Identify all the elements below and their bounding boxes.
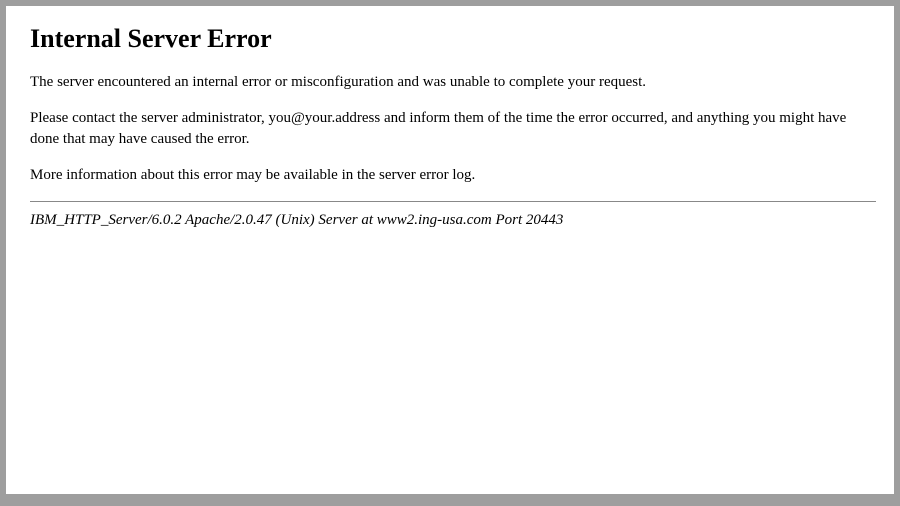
page-title: Internal Server Error xyxy=(30,24,876,54)
divider xyxy=(30,201,876,202)
log-hint: More information about this error may be… xyxy=(30,165,876,185)
error-page: Internal Server Error The server encount… xyxy=(6,6,894,494)
contact-instruction: Please contact the server administrator,… xyxy=(30,108,876,149)
error-description: The server encountered an internal error… xyxy=(30,72,876,92)
server-signature: IBM_HTTP_Server/6.0.2 Apache/2.0.47 (Uni… xyxy=(30,212,876,229)
